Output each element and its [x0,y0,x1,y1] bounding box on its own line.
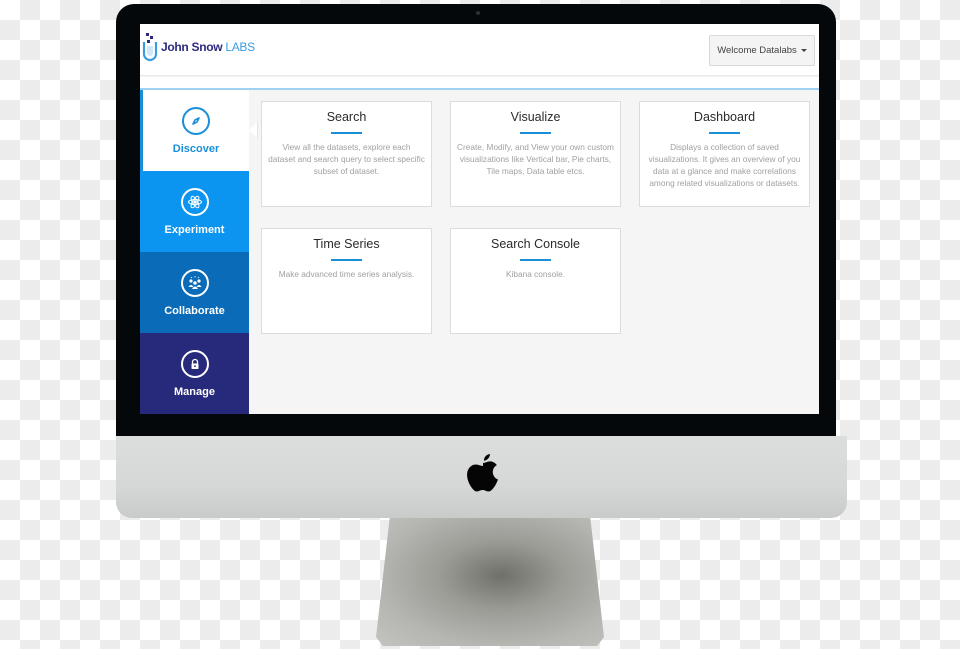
sidebar: Discover Experiment Collaborate Manage [140,90,258,414]
card-description: Create, Modify, and View your own custom… [457,142,614,176]
card-title: Dashboard [693,110,756,124]
user-menu-label: Welcome Datalabs [717,45,797,56]
active-pointer [249,122,257,138]
sidebar-item-label: Experiment [164,223,225,236]
caret-down-icon [800,49,807,52]
card-description: Kibana console. [505,269,566,279]
camera-dot [476,11,480,15]
people-icon [180,268,209,297]
sidebar-item-collaborate[interactable]: Collaborate [140,252,249,333]
brand-name-primary: John Snow [161,40,223,54]
brand-logo[interactable]: John Snow LABS [142,30,255,64]
atom-icon [180,187,209,216]
card-title: Visualize [510,110,561,124]
card-title: Time Series [313,237,380,251]
user-menu-dropdown[interactable]: Welcome Datalabs [709,35,815,66]
compass-icon [182,106,210,135]
card-description: Displays a collection of saved visualiza… [648,142,801,188]
sidebar-item-label: Discover [172,142,220,155]
card-dashboard[interactable]: Dashboard Displays a collection of saved… [639,101,810,207]
card-description: Make advanced time series analysis. [278,269,415,279]
card-visualize[interactable]: Visualize Create, Modify, and View your … [450,101,621,207]
card-search-console[interactable]: Search Console Kibana console. [450,228,621,334]
sidebar-item-label: Collaborate [164,304,225,317]
card-title: Search [326,110,367,124]
card-time-series[interactable]: Time Series Make advanced time series an… [261,228,432,334]
card-divider [520,259,551,261]
card-divider [709,132,740,134]
brand-name-secondary: LABS [222,40,255,54]
monitor-stand [376,518,604,646]
flask-logo-icon [142,33,158,62]
brand-name: John Snow LABS [161,40,255,54]
card-divider [331,132,362,134]
sidebar-item-experiment[interactable]: Experiment [140,171,249,252]
apple-logo-icon [467,454,498,492]
card-divider [331,259,362,261]
sidebar-item-label: Manage [174,385,215,398]
sidebar-item-discover[interactable]: Discover [140,90,258,171]
top-navbar: John Snow LABS Welcome Datalabs [140,24,819,76]
sidebar-item-manage[interactable]: Manage [140,333,249,414]
card-divider [520,132,551,134]
card-description: View all the datasets, explore each data… [268,142,425,176]
sub-header [140,77,819,88]
screen: John Snow LABS Welcome Datalabs Discover [140,24,819,414]
card-title: Search Console [491,237,580,251]
lock-icon [180,349,209,378]
card-search[interactable]: Search View all the datasets, explore ea… [261,101,432,207]
